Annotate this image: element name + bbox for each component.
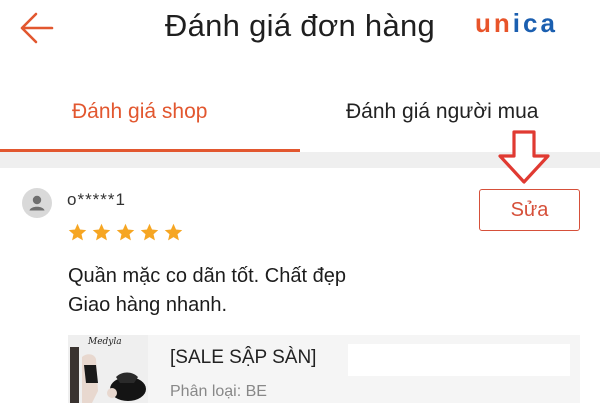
star-icon (164, 223, 183, 241)
star-icon (116, 223, 135, 241)
review-text-line: Quần mặc co dãn tốt. Chất đẹp (68, 265, 346, 287)
tab-shop-review-label: Đánh giá shop (72, 100, 208, 123)
product-variant: Phân loại: BE (170, 383, 267, 400)
redacted-area (348, 344, 570, 376)
tab-shop-review[interactable]: Đánh giá shop (0, 88, 300, 152)
header: Đánh giá đơn hàng unica (0, 0, 600, 60)
annotation-arrow-down-icon (498, 130, 550, 184)
unica-logo: unica (475, 8, 558, 38)
product-thumbnail: Medyla (68, 335, 148, 403)
product-image (70, 347, 146, 403)
tab-buyer-review[interactable]: Đánh giá người mua (300, 88, 600, 150)
tab-buyer-review-label: Đánh giá người mua (346, 100, 539, 123)
star-rating (67, 222, 184, 246)
star-icon (140, 223, 159, 241)
avatar (22, 188, 52, 218)
review-text-line: Giao hàng nhanh. (68, 294, 228, 316)
reviewer-username: o*****1 (67, 190, 126, 209)
review-content: Quần mặc co dãn tốt. Chất đẹp Giao hàng … (68, 262, 346, 320)
product-name: [SALE SẬP SÀN] (170, 347, 317, 368)
product-card[interactable]: Medyla [SALE SẬP SÀN] Phân loại: BE (68, 335, 580, 403)
star-icon (68, 223, 87, 241)
star-icon (92, 223, 111, 241)
edit-review-button[interactable]: Sửa (479, 189, 580, 231)
user-icon (29, 195, 45, 211)
